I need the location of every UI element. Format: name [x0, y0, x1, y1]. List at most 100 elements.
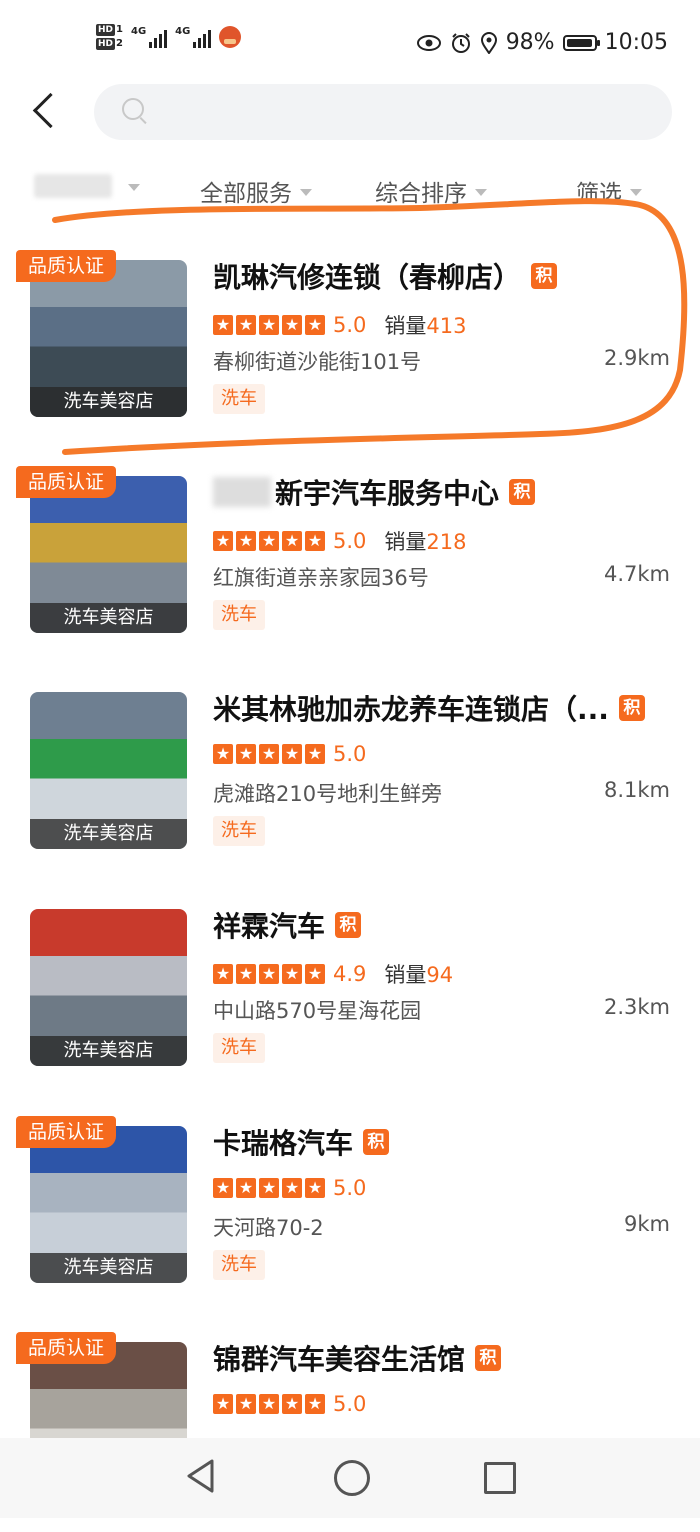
star-icon: [305, 963, 325, 985]
filter-service[interactable]: 全部服务: [200, 174, 312, 208]
rating-row: 5.0: [213, 1176, 366, 1200]
list-item[interactable]: 洗车美容店 品质认证 卡瑞格汽车积 5.0 天河路70-2 9km 洗车: [0, 1116, 700, 1316]
nav-back-icon[interactable]: [184, 1458, 218, 1494]
filter-sort[interactable]: 综合排序: [375, 174, 487, 208]
shop-name[interactable]: 新宇汽车服务中心: [275, 472, 499, 512]
signal-icon-2: 4G: [175, 26, 212, 48]
star-icon: [282, 963, 302, 985]
rating-row: 5.0: [213, 1392, 366, 1416]
shop-address: 中山路570号星海花园: [213, 999, 422, 1023]
thumb-label: 洗车美容店: [30, 1253, 187, 1283]
star-icon: [305, 743, 325, 765]
rating-row: 5.0 销量218: [213, 526, 467, 556]
thumb-label: 洗车美容店: [30, 603, 187, 633]
shop-name-row: 新宇汽车服务中心积: [213, 472, 536, 512]
shop-address: 天河路70-2: [213, 1216, 324, 1240]
star-icon: [282, 314, 302, 336]
filter-bar: 全部服务 综合排序 筛选: [0, 160, 700, 220]
battery-percent: 98%: [505, 30, 555, 55]
points-badge: 积: [509, 479, 536, 505]
points-badge: 积: [531, 263, 558, 289]
rating-score: 5.0: [333, 1176, 367, 1200]
clock: 10:05: [604, 30, 668, 55]
star-icon: [259, 314, 279, 336]
shop-name-row: 凯琳汽修连锁（春柳店） 积: [213, 256, 558, 296]
quality-badge: 品质认证: [16, 466, 117, 498]
star-icon: [236, 530, 256, 552]
shop-thumbnail[interactable]: 洗车美容店: [30, 1126, 187, 1283]
shop-name[interactable]: 凯琳汽修连锁（春柳店）: [213, 256, 521, 296]
filter-sort-label: 综合排序: [375, 181, 467, 207]
thumb-label: 洗车美容店: [30, 819, 187, 849]
list-item[interactable]: 洗车美容店 品质认证 凯琳汽修连锁（春柳店） 积 5.0 销量413 春柳街道沙能街101号…: [0, 250, 700, 450]
search-bar[interactable]: [94, 84, 672, 140]
shop-distance: 4.7km: [603, 562, 670, 586]
rating-score: 5.0: [333, 313, 367, 337]
chevron-down-icon: [475, 189, 487, 196]
rating-score: 5.0: [333, 1392, 367, 1416]
nav-recents-icon[interactable]: [484, 1462, 516, 1494]
star-icon: [282, 1393, 302, 1415]
system-nav-bar: [0, 1438, 700, 1518]
shop-name-row: 米其林驰加赤龙养车连锁店（... 积: [213, 688, 645, 728]
list-item[interactable]: 洗车美容店祥霖汽车积4.9销量94中山路570号星海花园2.3km洗车: [0, 909, 700, 1099]
signal-icon: 4G: [131, 26, 168, 48]
search-input[interactable]: [158, 94, 642, 132]
shop-thumbnail[interactable]: 洗车美容店: [30, 476, 187, 633]
thumb-label: 洗车美容店: [30, 387, 187, 417]
star-icon: [236, 1177, 256, 1199]
battery-icon: [562, 34, 600, 51]
service-tag: 洗车: [213, 384, 265, 414]
star-icon: [305, 1393, 325, 1415]
star-icon: [213, 963, 233, 985]
star-icon: [236, 314, 256, 336]
shop-name[interactable]: 锦群汽车美容生活馆: [213, 1338, 465, 1378]
search-icon: [122, 98, 144, 120]
quality-badge: 品质认证: [16, 1332, 117, 1364]
star-icon: [259, 1177, 279, 1199]
shop-thumbnail[interactable]: 洗车美容店: [30, 692, 187, 849]
chevron-down-icon: [630, 189, 642, 196]
shop-name[interactable]: 卡瑞格汽车: [213, 1122, 353, 1162]
star-rating: [213, 530, 325, 552]
sales-count: 销量413: [384, 314, 467, 338]
quality-badge: 品质认证: [16, 1116, 117, 1148]
shop-thumbnail[interactable]: 洗车美容店: [30, 909, 187, 1066]
star-icon: [236, 743, 256, 765]
location-icon: [480, 31, 497, 54]
star-icon: [213, 314, 233, 336]
service-tag: 洗车: [213, 1033, 265, 1063]
list-item[interactable]: 洗车美容店米其林驰加赤龙养车连锁店（...积5.0虎滩路210号地利生鲜旁8.1…: [0, 692, 700, 882]
star-icon: [259, 963, 279, 985]
chevron-down-icon: [128, 184, 140, 191]
star-icon: [213, 1393, 233, 1415]
rating-row: 5.0 销量413: [213, 310, 467, 340]
hd-indicator-2: HD 2: [96, 38, 123, 50]
nav-home-icon[interactable]: [334, 1460, 370, 1496]
shop-name[interactable]: 米其林驰加赤龙养车连锁店（...: [213, 688, 609, 728]
points-badge: 积: [363, 1129, 390, 1155]
filter-location[interactable]: [34, 174, 140, 198]
list-item[interactable]: 洗车美容店 品质认证 新宇汽车服务中心积 5.0 销量218 红旗街道亲亲家园36号 4.7…: [0, 466, 700, 666]
shop-address: 红旗街道亲亲家园36号: [213, 566, 429, 590]
shop-name[interactable]: 祥霖汽车: [213, 905, 325, 945]
shop-distance: 9km: [624, 1212, 670, 1236]
redacted-name-prefix: [213, 477, 271, 507]
sales-count: 销量94: [384, 963, 454, 987]
filter-more[interactable]: 筛选: [576, 174, 642, 208]
star-rating: [213, 1393, 325, 1415]
shop-thumbnail[interactable]: 洗车美容店: [30, 260, 187, 417]
rating-score: 5.0: [333, 742, 367, 766]
shop-name-row: 卡瑞格汽车积: [213, 1122, 390, 1162]
app-notification-icon: [219, 26, 242, 48]
star-rating: [213, 314, 325, 336]
star-icon: [213, 530, 233, 552]
shop-address: 虎滩路210号地利生鲜旁: [213, 782, 443, 806]
star-icon: [236, 1393, 256, 1415]
shop-name-row: 锦群汽车美容生活馆积: [213, 1338, 502, 1378]
star-icon: [259, 743, 279, 765]
quality-badge: 品质认证: [16, 250, 117, 282]
star-icon: [282, 1177, 302, 1199]
back-button[interactable]: [26, 90, 66, 134]
star-rating: [213, 963, 325, 985]
